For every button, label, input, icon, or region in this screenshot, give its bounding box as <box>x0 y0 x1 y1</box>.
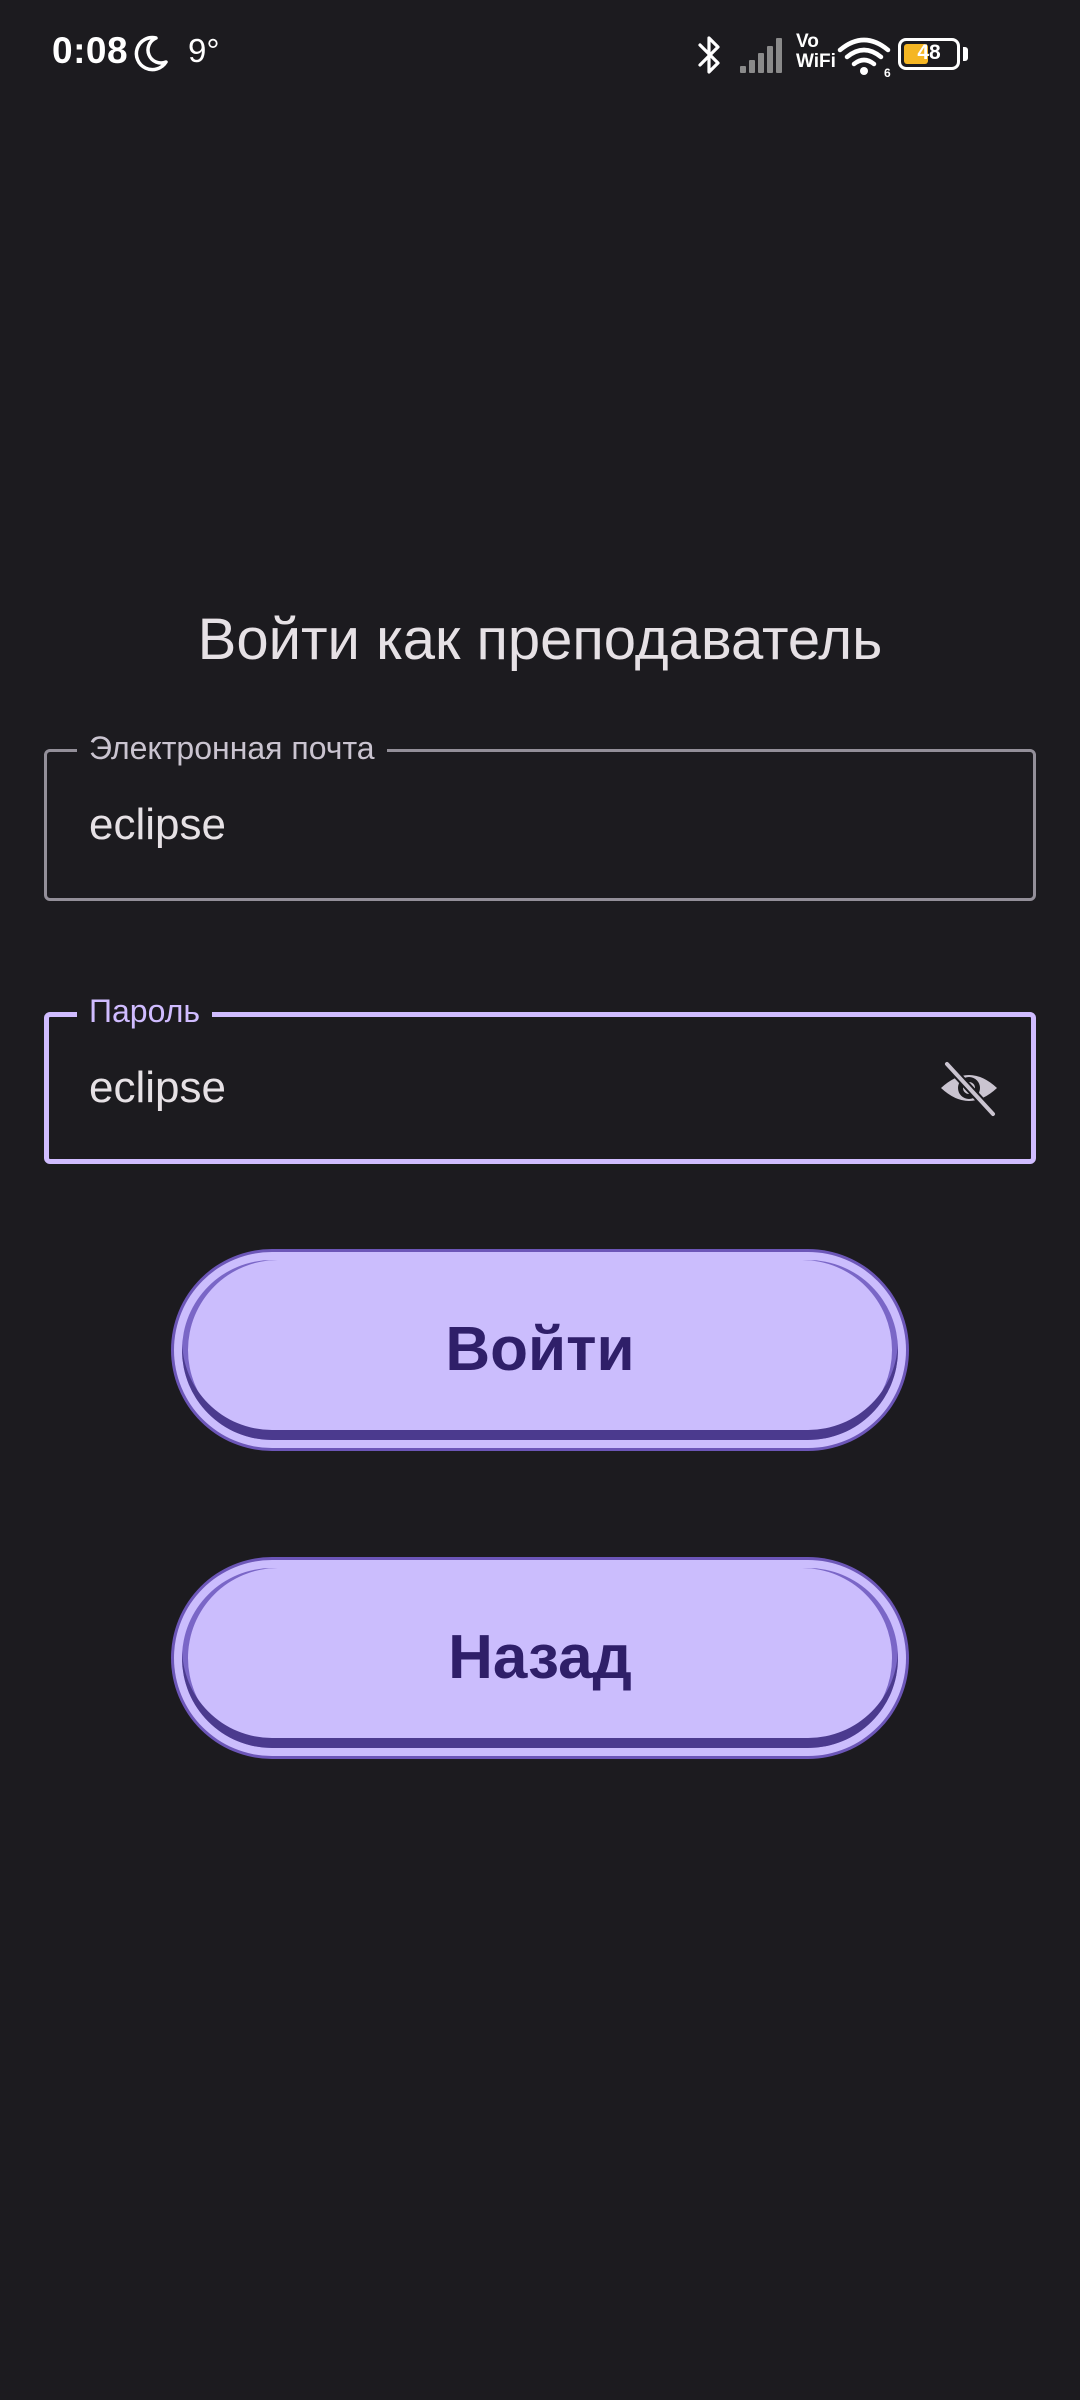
password-field-label: Пароль <box>77 991 213 1031</box>
signal-icon <box>740 38 782 73</box>
back-button[interactable]: Назад <box>174 1560 906 1756</box>
eye-off-icon[interactable] <box>937 1056 1001 1120</box>
page-title: Войти как преподаватель <box>197 607 883 672</box>
password-input[interactable] <box>89 1063 909 1113</box>
battery-level: 48 <box>917 41 941 64</box>
email-field-label: Электронная почта <box>77 728 387 768</box>
login-button[interactable]: Войти <box>174 1252 906 1448</box>
temperature: 9° <box>188 32 220 69</box>
battery-cap <box>963 47 968 61</box>
wifi-badge: 6 <box>884 66 891 78</box>
password-field[interactable]: Пароль <box>44 991 1036 1164</box>
email-input[interactable] <box>89 800 909 850</box>
email-field[interactable]: Электронная почта <box>44 728 1036 901</box>
bluetooth-icon <box>698 36 720 74</box>
wifi-icon: 6 <box>837 37 891 78</box>
battery-icon: 48 <box>898 38 960 70</box>
status-bar: 0:08 9° Vo WiFi 6 48 <box>0 0 1080 110</box>
login-screen: 0:08 9° Vo WiFi 6 48 Войти как преподава… <box>0 0 1080 2400</box>
clock: 0:08 <box>52 30 129 71</box>
moon-icon <box>134 35 168 72</box>
